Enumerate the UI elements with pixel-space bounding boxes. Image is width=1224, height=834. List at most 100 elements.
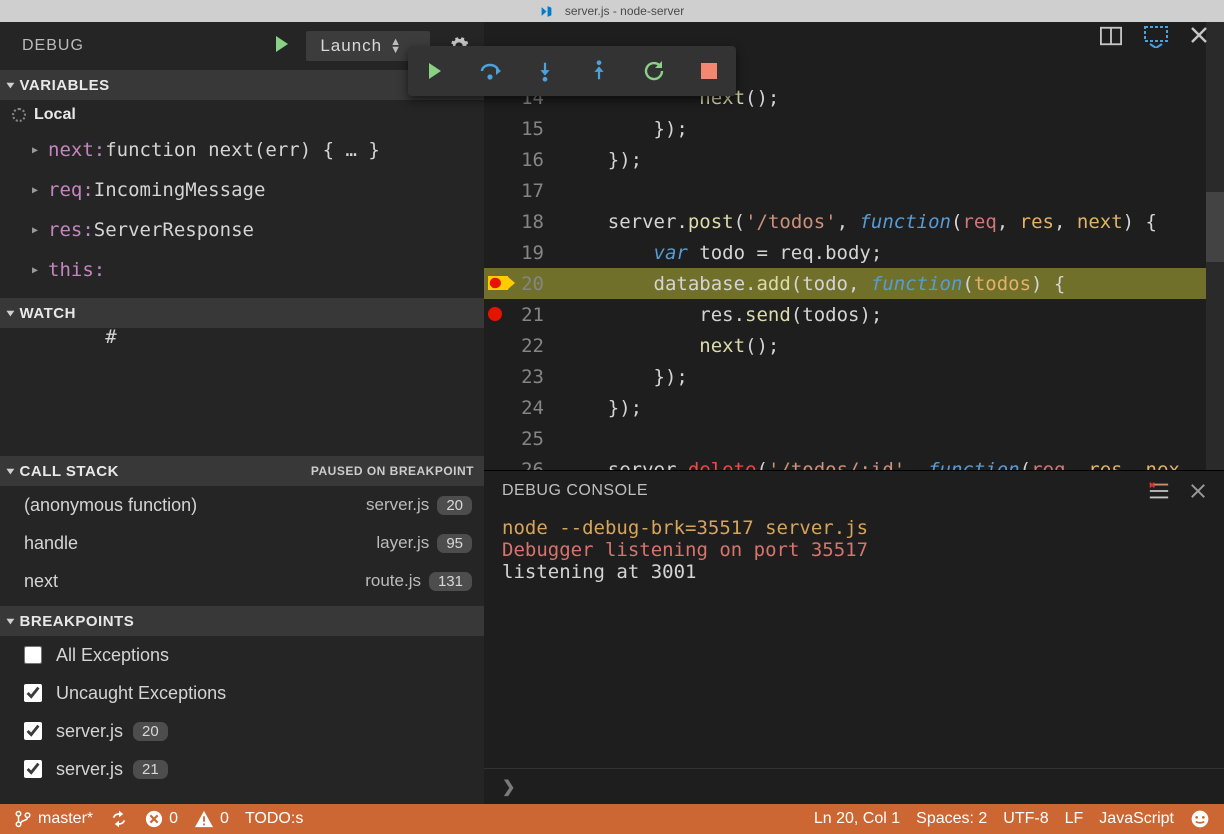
warnings-number: 0: [220, 810, 229, 828]
restart-button[interactable]: [641, 58, 667, 84]
line-number: 17: [484, 180, 562, 202]
line-number: 25: [484, 428, 562, 450]
line-number: 24: [484, 397, 562, 419]
variable-name: this:: [48, 259, 105, 281]
section-callstack[interactable]: ▾ CALL STACK PAUSED ON BREAKPOINT: [0, 456, 484, 486]
cursor-position[interactable]: Ln 20, Col 1: [814, 810, 900, 828]
launch-config-label: Launch: [320, 36, 382, 56]
section-watch[interactable]: ▾ WATCH: [0, 298, 484, 328]
console-input[interactable]: ❯: [484, 768, 1224, 804]
line-number: 20: [484, 273, 562, 295]
variable-name: res:: [48, 219, 94, 241]
chevron-right-icon: ▶: [32, 225, 38, 236]
frame-file: layer.js: [376, 533, 437, 553]
line-number: 19: [484, 242, 562, 264]
minimap-scrollbar[interactable]: [1206, 22, 1224, 470]
feedback-icon[interactable]: [1190, 809, 1210, 829]
breakpoint-label: server.js: [56, 721, 123, 742]
console-line: node --debug-brk=35517 server.js: [502, 517, 1206, 539]
breakpoint-label: server.js: [56, 759, 123, 780]
variable-row[interactable]: ▶this: #: [0, 250, 484, 290]
step-out-button[interactable]: [586, 58, 612, 84]
callstack-label: CALL STACK: [20, 463, 119, 480]
breakpoint-checkbox[interactable]: [24, 722, 42, 740]
clear-console-icon[interactable]: [1148, 481, 1170, 501]
chevron-right-icon: ▶: [32, 145, 38, 156]
code-line[interactable]: 16 });: [484, 144, 1224, 175]
frame-file: server.js: [366, 495, 437, 515]
step-into-button[interactable]: [532, 58, 558, 84]
status-bar: master* 0 0 TODO:s Ln 20, Col 1 Spaces: …: [0, 804, 1224, 834]
continue-button[interactable]: [422, 58, 448, 84]
variables-label: VARIABLES: [20, 77, 110, 94]
dropdown-arrows-icon: ▲▼: [390, 38, 402, 54]
stack-frame[interactable]: handlelayer.js95: [0, 524, 484, 562]
debug-console-panel: DEBUG CONSOLE node --debug-brk=35517 ser…: [484, 470, 1224, 804]
window-title: server.js - node-server: [565, 4, 684, 18]
frame-line: 20: [437, 496, 472, 515]
code-line[interactable]: 18 server.post('/todos', function(req, r…: [484, 206, 1224, 237]
git-branch[interactable]: master*: [14, 810, 93, 828]
encoding[interactable]: UTF-8: [1003, 810, 1048, 828]
indentation[interactable]: Spaces: 2: [916, 810, 987, 828]
code-line[interactable]: 24 });: [484, 392, 1224, 423]
breakpoint-row[interactable]: server.js 20: [0, 712, 484, 750]
scope-local[interactable]: Local: [0, 100, 484, 130]
frame-name: (anonymous function): [24, 495, 197, 516]
section-breakpoints[interactable]: ▾ BREAKPOINTS: [0, 606, 484, 636]
language-mode[interactable]: JavaScript: [1099, 810, 1174, 828]
code-line[interactable]: 17: [484, 175, 1224, 206]
stack-frame[interactable]: nextroute.js131: [0, 562, 484, 600]
breakpoint-checkbox[interactable]: [24, 684, 42, 702]
chevron-right-icon: ▶: [32, 185, 38, 196]
line-number: 16: [484, 149, 562, 171]
variable-name: req:: [48, 179, 94, 201]
breakpoint-icon: [488, 307, 502, 321]
step-over-button[interactable]: [477, 58, 503, 84]
panel-title: DEBUG CONSOLE: [502, 482, 648, 500]
chevron-down-icon: ▾: [7, 80, 15, 91]
code-line[interactable]: 15 });: [484, 113, 1224, 144]
app-icon: [540, 4, 559, 18]
chevron-down-icon: ▾: [7, 466, 15, 477]
stack-frame[interactable]: (anonymous function) server.js20: [0, 486, 484, 524]
frame-name: next: [24, 571, 58, 592]
current-line-icon: [488, 276, 508, 290]
code-line[interactable]: 23 });: [484, 361, 1224, 392]
todos[interactable]: TODO:s: [245, 810, 303, 828]
line-number: 26: [484, 459, 562, 471]
variable-name: next:: [48, 139, 105, 161]
window-titlebar: server.js - node-server: [0, 0, 1224, 22]
breakpoint-checkbox[interactable]: [24, 760, 42, 778]
code-line[interactable]: 26 server.delete('/todos/:id', function(…: [484, 454, 1224, 470]
close-panel-icon[interactable]: [1190, 483, 1206, 499]
warnings-count[interactable]: 0: [194, 810, 229, 828]
console-line: Debugger listening on port 35517: [502, 539, 1206, 561]
breakpoint-checkbox[interactable]: [24, 646, 42, 664]
code-line[interactable]: 19 var todo = req.body;: [484, 237, 1224, 268]
code-line[interactable]: 22 next();: [484, 330, 1224, 361]
breakpoint-row[interactable]: server.js21: [0, 750, 484, 788]
start-debug-button[interactable]: [276, 36, 288, 57]
breakpoint-row[interactable]: Uncaught Exceptions: [0, 674, 484, 712]
sidebar-title: DEBUG: [22, 37, 84, 55]
debug-sidebar: DEBUG Launch ▲▼ ▾ VARIABLES Local ▶ next:…: [0, 22, 484, 804]
toggle-layout-icon[interactable]: [1144, 26, 1168, 48]
line-number: 22: [484, 335, 562, 357]
errors-count[interactable]: 0: [145, 810, 178, 828]
sync-icon[interactable]: [109, 810, 129, 828]
breakpoint-row[interactable]: All Exceptions: [0, 636, 484, 674]
variable-row[interactable]: ▶next: function next(err) { … }: [0, 130, 484, 170]
chevron-right-icon: ▶: [32, 265, 38, 276]
line-number: 18: [484, 211, 562, 233]
eol[interactable]: LF: [1065, 810, 1084, 828]
code-line[interactable]: 20 database.add(todo, function(todos) {: [484, 268, 1224, 299]
close-icon[interactable]: [1190, 26, 1208, 48]
split-editor-icon[interactable]: [1100, 26, 1122, 48]
code-line[interactable]: 21 res.send(todos);: [484, 299, 1224, 330]
chevron-down-icon: ▾: [7, 308, 15, 319]
code-line[interactable]: 25: [484, 423, 1224, 454]
stop-button[interactable]: [696, 58, 722, 84]
breakpoints-label: BREAKPOINTS: [20, 613, 135, 630]
breakpoint-line: 20: [133, 722, 168, 741]
